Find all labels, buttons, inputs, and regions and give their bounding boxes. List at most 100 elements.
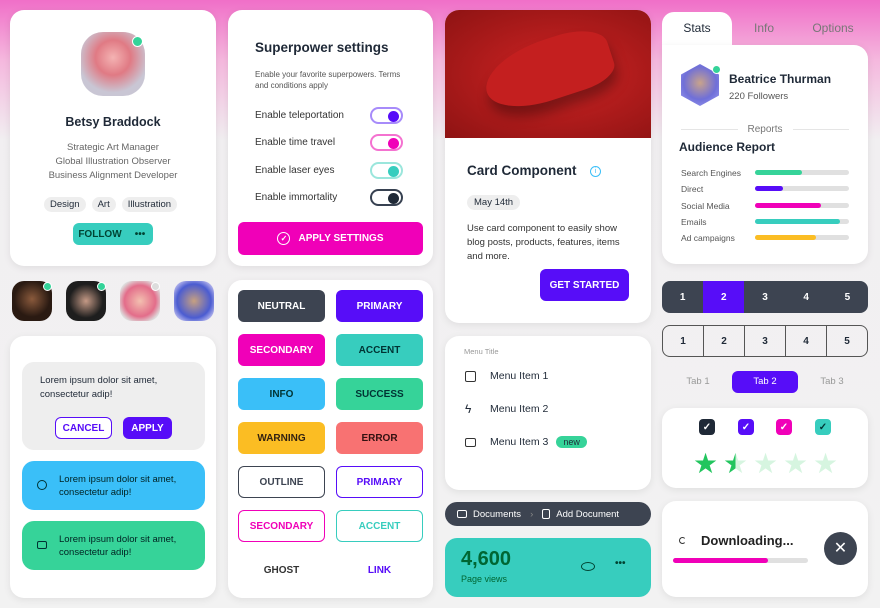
page-button[interactable]: 4 bbox=[785, 326, 826, 356]
tab-3[interactable]: Tab 3 bbox=[799, 376, 865, 387]
link-button[interactable]: LINK bbox=[336, 554, 423, 586]
alerts-card: Lorem ipsum dolor sit amet, consectetur … bbox=[10, 336, 216, 598]
tab-2[interactable]: Tab 2 bbox=[732, 370, 798, 393]
report-row-label: Direct bbox=[681, 184, 704, 195]
success-button[interactable]: SUCCESS bbox=[336, 378, 423, 410]
info-button[interactable]: INFO bbox=[238, 378, 325, 410]
breadcrumb-add-document[interactable]: Add Document bbox=[556, 509, 619, 520]
laser-eyes-toggle[interactable] bbox=[370, 162, 403, 179]
checkbox-primary[interactable]: ✓ bbox=[738, 419, 754, 435]
get-started-button[interactable]: GET STARTED bbox=[540, 269, 629, 301]
immortality-toggle[interactable] bbox=[370, 189, 403, 206]
star-icon[interactable]: ★ bbox=[693, 450, 718, 478]
checkbox-secondary[interactable]: ✓ bbox=[776, 419, 792, 435]
star-icon[interactable]: ★ bbox=[783, 450, 808, 478]
close-button[interactable]: ✕ bbox=[824, 532, 857, 565]
teleportation-toggle[interactable] bbox=[370, 107, 403, 124]
pagination-outline: 12345 bbox=[662, 325, 868, 357]
offline-indicator bbox=[151, 282, 160, 291]
menu-card: Menu Title Menu Item 1 ϟ Menu Item 2 Men… bbox=[445, 336, 651, 490]
outline-primary-button[interactable]: PRIMARY bbox=[336, 466, 423, 498]
chevron-right-icon: › bbox=[530, 508, 534, 520]
star-icon[interactable]: ★ bbox=[813, 450, 838, 478]
star-icon[interactable]: ★ bbox=[753, 450, 778, 478]
star-icon[interactable]: ★ bbox=[723, 450, 748, 478]
tab-stats[interactable]: Stats bbox=[662, 12, 732, 48]
accent-button[interactable]: ACCENT bbox=[336, 334, 423, 366]
more-icon[interactable]: ••• bbox=[127, 223, 153, 245]
product-image bbox=[445, 10, 651, 138]
report-row-label: Search Engines bbox=[681, 168, 742, 178]
tab-1[interactable]: Tab 1 bbox=[665, 376, 731, 387]
secondary-button[interactable]: SECONDARY bbox=[238, 334, 325, 366]
info-icon[interactable]: i bbox=[590, 166, 601, 177]
outline-button[interactable]: OUTLINE bbox=[238, 466, 325, 498]
file-plus-icon bbox=[542, 509, 551, 519]
stat-value: 4,600 bbox=[461, 548, 512, 570]
toggle-label: Enable laser eyes bbox=[255, 165, 335, 176]
report-bar bbox=[755, 218, 849, 224]
role: Strategic Art Manager bbox=[67, 142, 159, 153]
page-button[interactable]: 5 bbox=[826, 326, 867, 356]
menu-item-3[interactable]: Menu Item 3 new bbox=[465, 436, 587, 448]
tab-info[interactable]: Info bbox=[735, 12, 793, 45]
settings-card: Superpower settings Enable your favorite… bbox=[228, 10, 433, 266]
settings-description: Enable your favorite superpowers. Terms … bbox=[255, 70, 401, 90]
ghost-button[interactable]: GHOST bbox=[238, 554, 325, 586]
page-button[interactable]: 5 bbox=[827, 281, 868, 313]
time-travel-toggle[interactable] bbox=[370, 134, 403, 151]
avatar[interactable] bbox=[174, 281, 214, 321]
more-icon[interactable]: ••• bbox=[615, 558, 626, 569]
report-row-label: Social Media bbox=[681, 200, 730, 211]
cancel-button[interactable]: CANCEL bbox=[55, 417, 112, 439]
tag: Art bbox=[91, 197, 116, 212]
tag-list: Design Art Illustration bbox=[44, 197, 178, 212]
info-alert: Lorem ipsum dolor sit amet, consectetur … bbox=[22, 461, 205, 510]
error-button[interactable]: ERROR bbox=[336, 422, 423, 454]
date-badge: May 14th bbox=[467, 195, 521, 210]
product-card: Card Component i May 14th Use card compo… bbox=[445, 10, 651, 323]
tab-options[interactable]: Options bbox=[800, 12, 866, 45]
new-badge: new bbox=[556, 436, 587, 448]
bolt-icon: ϟ bbox=[465, 401, 472, 416]
download-progress bbox=[673, 558, 808, 563]
folder-icon bbox=[457, 510, 467, 518]
outline-accent-button[interactable]: ACCENT bbox=[336, 510, 423, 542]
page-button[interactable]: 1 bbox=[662, 281, 703, 313]
checkbox-accent[interactable]: ✓ bbox=[815, 419, 831, 435]
user-followers: 220 Followers bbox=[729, 91, 789, 102]
warning-button[interactable]: WARNING bbox=[238, 422, 325, 454]
page-button[interactable]: 1 bbox=[663, 326, 703, 356]
page-button[interactable]: 2 bbox=[703, 326, 744, 356]
primary-button[interactable]: PRIMARY bbox=[336, 290, 423, 322]
card-title: Card Component bbox=[467, 163, 577, 178]
breadcrumb-documents[interactable]: Documents bbox=[473, 509, 521, 520]
neutral-button[interactable]: NEUTRAL bbox=[238, 290, 325, 322]
follow-button[interactable]: FOLLOW bbox=[73, 223, 127, 245]
menu-item-label: Menu Item 1 bbox=[490, 370, 549, 382]
checkbox-neutral[interactable]: ✓ bbox=[699, 419, 715, 435]
outline-secondary-button[interactable]: SECONDARY bbox=[238, 510, 325, 542]
shoe-shape bbox=[476, 21, 620, 119]
folder-icon bbox=[465, 437, 476, 447]
apply-settings-button[interactable]: ✓ APPLY SETTINGS bbox=[238, 222, 423, 255]
eye-icon[interactable] bbox=[581, 562, 595, 571]
page-button[interactable]: 4 bbox=[786, 281, 827, 313]
page-button[interactable]: 3 bbox=[744, 281, 785, 313]
pagination: 12345 bbox=[662, 281, 868, 313]
page-button[interactable]: 2 bbox=[703, 281, 745, 313]
breadcrumb: Documents › Add Document bbox=[445, 502, 651, 526]
card-text: Use card component to easily show blog p… bbox=[467, 223, 620, 262]
profile-roles: Strategic Art Manager Global Illustratio… bbox=[10, 141, 216, 183]
report-row-label: Emails bbox=[681, 216, 707, 227]
menu-item-label: Menu Item 3 bbox=[490, 436, 549, 448]
checkbox-rating-card: ✓ ✓ ✓ ✓ ★ ★ ★ ★ ★ bbox=[662, 408, 868, 488]
role: Global Illustration Observer bbox=[55, 156, 171, 167]
loading-spinner-icon bbox=[679, 537, 686, 544]
apply-button[interactable]: APPLY bbox=[123, 417, 172, 439]
menu-item-1[interactable]: Menu Item 1 bbox=[465, 370, 548, 382]
page-button[interactable]: 3 bbox=[744, 326, 785, 356]
menu-item-2[interactable]: ϟ Menu Item 2 bbox=[465, 401, 548, 416]
boxed-tabs: Tab 1 Tab 2 Tab 3 bbox=[662, 370, 868, 393]
document-icon bbox=[465, 370, 476, 382]
